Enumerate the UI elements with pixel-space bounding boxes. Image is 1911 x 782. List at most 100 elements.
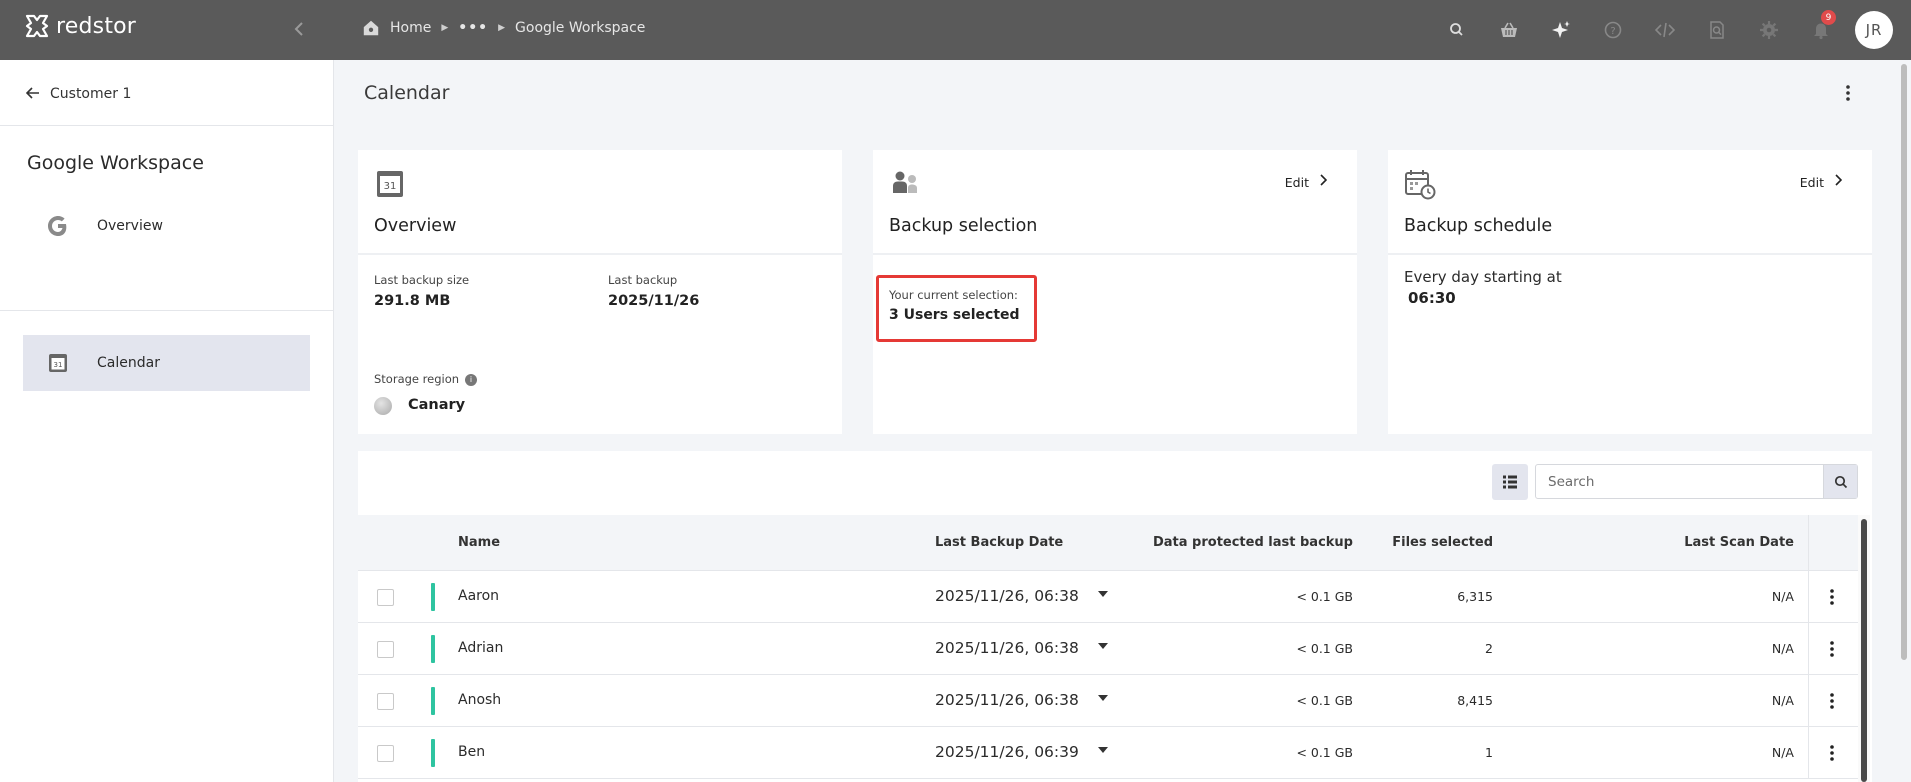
table-row[interactable]: Ben 2025/11/26, 06:39 < 0.1 GB 1 N/A [358, 727, 1858, 779]
svg-text:?: ? [1610, 26, 1615, 37]
breadcrumb-home[interactable]: Home [390, 20, 431, 36]
notifications-button[interactable]: 9 [1795, 0, 1847, 60]
overview-card-title: Overview [374, 216, 457, 236]
storage-region-label: Storage region i [374, 372, 478, 386]
search-button[interactable] [1823, 465, 1857, 498]
svg-text:31: 31 [384, 181, 397, 192]
breadcrumb-separator-icon: ▶ [441, 23, 449, 33]
table-row[interactable]: Aaron 2025/11/26, 06:38 < 0.1 GB 6,315 N… [358, 571, 1858, 623]
row-last-backup-date: 2025/11/26, 06:38 [935, 691, 1079, 709]
column-header-files-selected[interactable]: Files selected [1358, 535, 1493, 550]
sidebar-divider [0, 125, 334, 126]
row-last-scan-date: N/A [1771, 589, 1794, 604]
users-icon [893, 171, 917, 193]
row-more-options-icon[interactable] [1822, 637, 1842, 661]
row-data-protected: < 0.1 GB [1296, 745, 1353, 760]
status-indicator [431, 739, 435, 767]
storage-region-value: Canary [408, 397, 466, 413]
search-input[interactable] [1536, 465, 1823, 498]
breadcrumb-current: Google Workspace [515, 20, 646, 36]
table-row[interactable]: Anosh 2025/11/26, 06:38 < 0.1 GB 8,415 N… [358, 675, 1858, 727]
table-search [1535, 464, 1858, 499]
sidebar-item-overview[interactable]: Overview [23, 198, 310, 254]
avatar[interactable]: JR [1855, 11, 1893, 49]
info-icon[interactable]: i [465, 373, 478, 386]
current-selection-label: Your current selection: [889, 288, 1018, 302]
row-last-backup-date: 2025/11/26, 06:38 [935, 587, 1079, 605]
row-last-scan-date: N/A [1771, 745, 1794, 760]
last-backup-size-label: Last backup size [374, 273, 470, 287]
column-header-last-backup-date[interactable]: Last Backup Date [935, 535, 1063, 550]
developer-button[interactable] [1639, 0, 1691, 60]
column-divider [1808, 675, 1809, 726]
backup-selection-title: Backup selection [889, 216, 1038, 236]
table-row[interactable]: Adrian 2025/11/26, 06:38 < 0.1 GB 2 N/A [358, 623, 1858, 675]
marketplace-button[interactable] [1483, 0, 1535, 60]
card-divider [1388, 253, 1872, 255]
sidebar-divider [0, 310, 334, 311]
row-data-protected: < 0.1 GB [1296, 641, 1353, 656]
row-last-backup-date: 2025/11/26, 06:39 [935, 743, 1079, 761]
table-scrollbar[interactable] [1858, 515, 1870, 782]
basket-icon [1501, 22, 1517, 37]
last-backup-label: Last backup [608, 273, 678, 287]
brand-logo[interactable]: redstor [24, 13, 136, 39]
overview-card: 31 Overview Last backup size 291.8 MB La… [358, 150, 842, 434]
edit-backup-selection-link[interactable]: Edit [1284, 174, 1328, 190]
row-more-options-icon[interactable] [1822, 741, 1842, 765]
home-icon[interactable] [362, 19, 380, 37]
column-header-name[interactable]: Name [458, 535, 500, 550]
help-button[interactable]: ? [1587, 0, 1639, 60]
row-more-options-icon[interactable] [1822, 585, 1842, 609]
list-view-toggle[interactable] [1492, 464, 1528, 500]
row-checkbox[interactable] [377, 589, 394, 606]
calendar-clock-icon [1405, 170, 1436, 200]
schedule-description: Every day starting at [1404, 268, 1562, 286]
back-to-customer-link[interactable]: Customer 1 [25, 84, 131, 103]
region-flag-icon [374, 397, 392, 415]
card-divider [358, 253, 842, 255]
last-backup-size-value: 291.8 MB [374, 293, 451, 309]
ai-assistant-button[interactable] [1535, 0, 1587, 60]
document-search-icon [1710, 21, 1724, 39]
notification-badge: 9 [1821, 10, 1836, 25]
page-scrollbar-thumb[interactable] [1901, 64, 1907, 660]
settings-button[interactable] [1743, 0, 1795, 60]
code-icon [1655, 22, 1675, 38]
column-header-last-scan-date[interactable]: Last Scan Date [1538, 535, 1794, 550]
gear-icon [1760, 21, 1778, 39]
column-divider [1808, 571, 1809, 622]
list-view-icon [1503, 475, 1517, 489]
edit-backup-schedule-link[interactable]: Edit [1799, 174, 1843, 190]
users-table-panel: Name Last Backup Date Data protected las… [358, 451, 1872, 782]
svg-text:31: 31 [54, 361, 63, 369]
table-scrollbar-thumb[interactable] [1861, 519, 1867, 782]
calendar-icon: 31 [377, 171, 403, 197]
storage-region-label-text: Storage region [374, 372, 460, 386]
status-indicator [431, 687, 435, 715]
row-checkbox[interactable] [377, 745, 394, 762]
row-data-protected: < 0.1 GB [1296, 589, 1353, 604]
page-title: Calendar [364, 82, 450, 104]
column-divider [1808, 727, 1809, 778]
row-data-protected: < 0.1 GB [1296, 693, 1353, 708]
column-header-data-protected[interactable]: Data protected last backup [1078, 535, 1353, 550]
sidebar-item-label: Overview [97, 218, 163, 234]
audit-search-button[interactable] [1691, 0, 1743, 60]
sidebar-item-calendar[interactable]: 31 Calendar [23, 335, 310, 391]
breadcrumb-ellipsis[interactable]: ••• [458, 20, 488, 36]
row-files-selected: 2 [1485, 641, 1493, 656]
row-checkbox[interactable] [377, 693, 394, 710]
collapse-sidebar-icon[interactable] [288, 18, 310, 40]
page-scrollbar[interactable] [1897, 60, 1911, 782]
sidebar-title: Google Workspace [27, 152, 204, 174]
row-more-options-icon[interactable] [1822, 689, 1842, 713]
edit-label: Edit [1799, 174, 1824, 190]
redstor-logo-icon [25, 14, 49, 38]
sidebar: Customer 1 Google Workspace Overview 31 … [0, 60, 334, 782]
edit-label: Edit [1284, 174, 1309, 190]
page-more-options-icon[interactable] [1838, 80, 1858, 106]
search-icon [1834, 475, 1847, 488]
row-checkbox[interactable] [377, 641, 394, 658]
global-search-button[interactable] [1431, 0, 1483, 60]
